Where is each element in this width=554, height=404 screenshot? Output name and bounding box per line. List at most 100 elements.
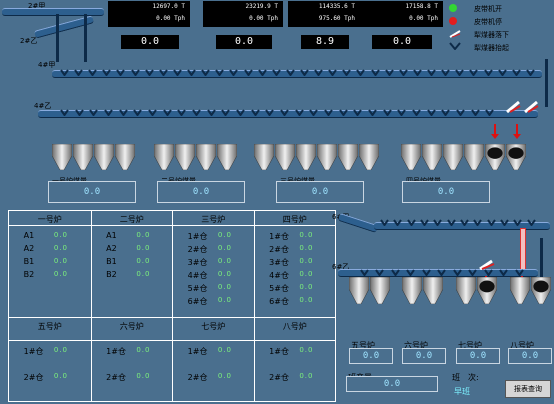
legend-running: 皮带机开: [474, 5, 502, 13]
plow-icon: [130, 61, 140, 80]
silo-value: 0.0: [136, 372, 151, 380]
plow-icon: [104, 101, 113, 120]
boiler-column-title: 七号炉: [201, 322, 226, 331]
weigher-rate: 0.00 Tph: [156, 15, 185, 22]
plow-icon: [433, 211, 443, 230]
chute-right: [545, 59, 548, 107]
boiler-column: 八号炉 1#仓 0.0 2#仓 0.0: [253, 318, 335, 402]
silo-label: 2#仓: [187, 373, 208, 382]
boiler-column-title: 八号炉: [282, 322, 307, 331]
boiler-column: 三号炉 1#仓 0.0 2#仓 0.0 3#仓 0.0 4#仓 0.0 5#仓 0.0 6#仓 0.0: [172, 211, 254, 317]
plow-icon: [486, 211, 496, 230]
plow-icon: [60, 101, 69, 120]
silo-label: B1: [106, 257, 117, 266]
plow-icon: [412, 101, 421, 120]
legend-plow-down: 犁煤器落下: [474, 31, 509, 39]
boiler-column: 七号炉 1#仓 0.0 2#仓 0.0: [172, 318, 254, 402]
plow-down-markers: [506, 100, 539, 114]
shift-output-value: 0.0: [346, 376, 438, 392]
silo-label: 2#仓: [269, 245, 289, 254]
plow-icon: [173, 61, 182, 80]
silo-value: 0.0: [217, 346, 232, 354]
stopped-indicator-icon: [449, 17, 457, 25]
plow-icon: [511, 61, 521, 80]
shift-name-value: 早班: [454, 387, 470, 396]
plow-icon: [500, 211, 509, 230]
plow-icon: [250, 101, 260, 120]
plow-icon: [257, 61, 267, 80]
silo-value: 0.0: [217, 257, 232, 265]
boiler-column: 六号炉 1#仓 0.0 2#仓 0.0: [90, 318, 172, 402]
plow-icon: [158, 61, 168, 80]
silo-value: 0.0: [53, 244, 68, 252]
report-query-button[interactable]: 报表查询: [505, 380, 551, 398]
plow-icon: [441, 61, 450, 80]
silo-label: 2#仓: [23, 373, 44, 382]
weigher-display-2: 23219.9 T 0.00 Tph: [203, 1, 283, 27]
silo-label: A2: [23, 244, 35, 253]
plow-icon: [526, 211, 536, 230]
silo-label: 5#仓: [187, 284, 208, 293]
silo-value: 0.0: [299, 372, 314, 380]
legend-plow-up: 犁煤器抬起: [474, 44, 509, 52]
silo-value: 0.0: [136, 231, 151, 239]
plow-icon: [74, 61, 83, 80]
silo-label: 2#仓: [106, 373, 126, 382]
plow-icon: [356, 61, 366, 80]
plow-up-icon: [449, 42, 461, 50]
weigher-display-4: 17158.8 T 0.00 Tph: [359, 1, 443, 27]
shift-name-label: 班 次:: [452, 373, 479, 382]
plow-icon: [382, 101, 392, 120]
running-indicator-icon: [449, 4, 457, 12]
belt-6-yi-plows: [360, 261, 530, 277]
plow-icon: [88, 61, 98, 80]
boiler-column-title: 五号炉: [37, 322, 62, 331]
plow-icon: [243, 61, 253, 80]
plow-icon: [118, 101, 128, 120]
boiler-column-title: 四号炉: [282, 215, 307, 224]
plow-icon: [455, 61, 465, 80]
silo-value: 0.0: [299, 244, 314, 252]
silo-value: 0.0: [299, 283, 314, 291]
plow-icon: [473, 211, 483, 230]
bunker-icon: [455, 276, 477, 308]
silo-label: A1: [23, 231, 35, 240]
plow-icon: [60, 61, 69, 80]
plow-icon: [370, 61, 380, 80]
bunker-icon: [505, 143, 527, 174]
chute-1: [56, 14, 59, 62]
plow-icon: [441, 101, 451, 120]
plow-icon: [426, 101, 436, 120]
plow-icon: [294, 101, 304, 120]
belt-6-jia-plows: [380, 211, 540, 227]
weigher-total: 114335.6 T: [318, 3, 355, 10]
silo-label: 1#仓: [269, 232, 289, 241]
plow-icon: [353, 101, 363, 120]
silo-value: 0.0: [299, 346, 314, 354]
boiler-column: 四号炉 1#仓 0.0 2#仓 0.0 3#仓 0.0 4#仓 0.0 5#仓 0.0 6#仓 0.0: [253, 211, 335, 317]
bunker-icon: [316, 143, 338, 174]
silo-label: 4#仓: [187, 271, 208, 280]
plow-icon: [368, 101, 377, 120]
plow-icon: [526, 61, 535, 80]
plow-icon: [144, 61, 154, 80]
plow-icon: [271, 61, 281, 80]
plow-icon: [206, 101, 216, 120]
silo-value: 0.0: [217, 244, 232, 252]
silo-value: 0.0: [217, 231, 232, 239]
boiler-column-title: 六号炉: [119, 322, 144, 331]
plow-icon: [446, 211, 456, 230]
silo-label: 1#仓: [187, 232, 208, 241]
bunker-icon: [295, 143, 317, 174]
bunker-icon: [93, 143, 115, 174]
bunker-icon: [509, 276, 531, 308]
silo-value: 0.0: [217, 270, 232, 278]
bunker-icon: [216, 143, 238, 174]
plow-icon: [187, 61, 196, 80]
plow-icon: [338, 101, 348, 120]
bunker-icon: [153, 143, 175, 174]
bunker-icon: [484, 143, 506, 174]
weigher-rate: 975.60 Tph: [318, 15, 355, 22]
silo-label: 1#仓: [106, 347, 126, 356]
bunker-icon: [369, 276, 391, 308]
